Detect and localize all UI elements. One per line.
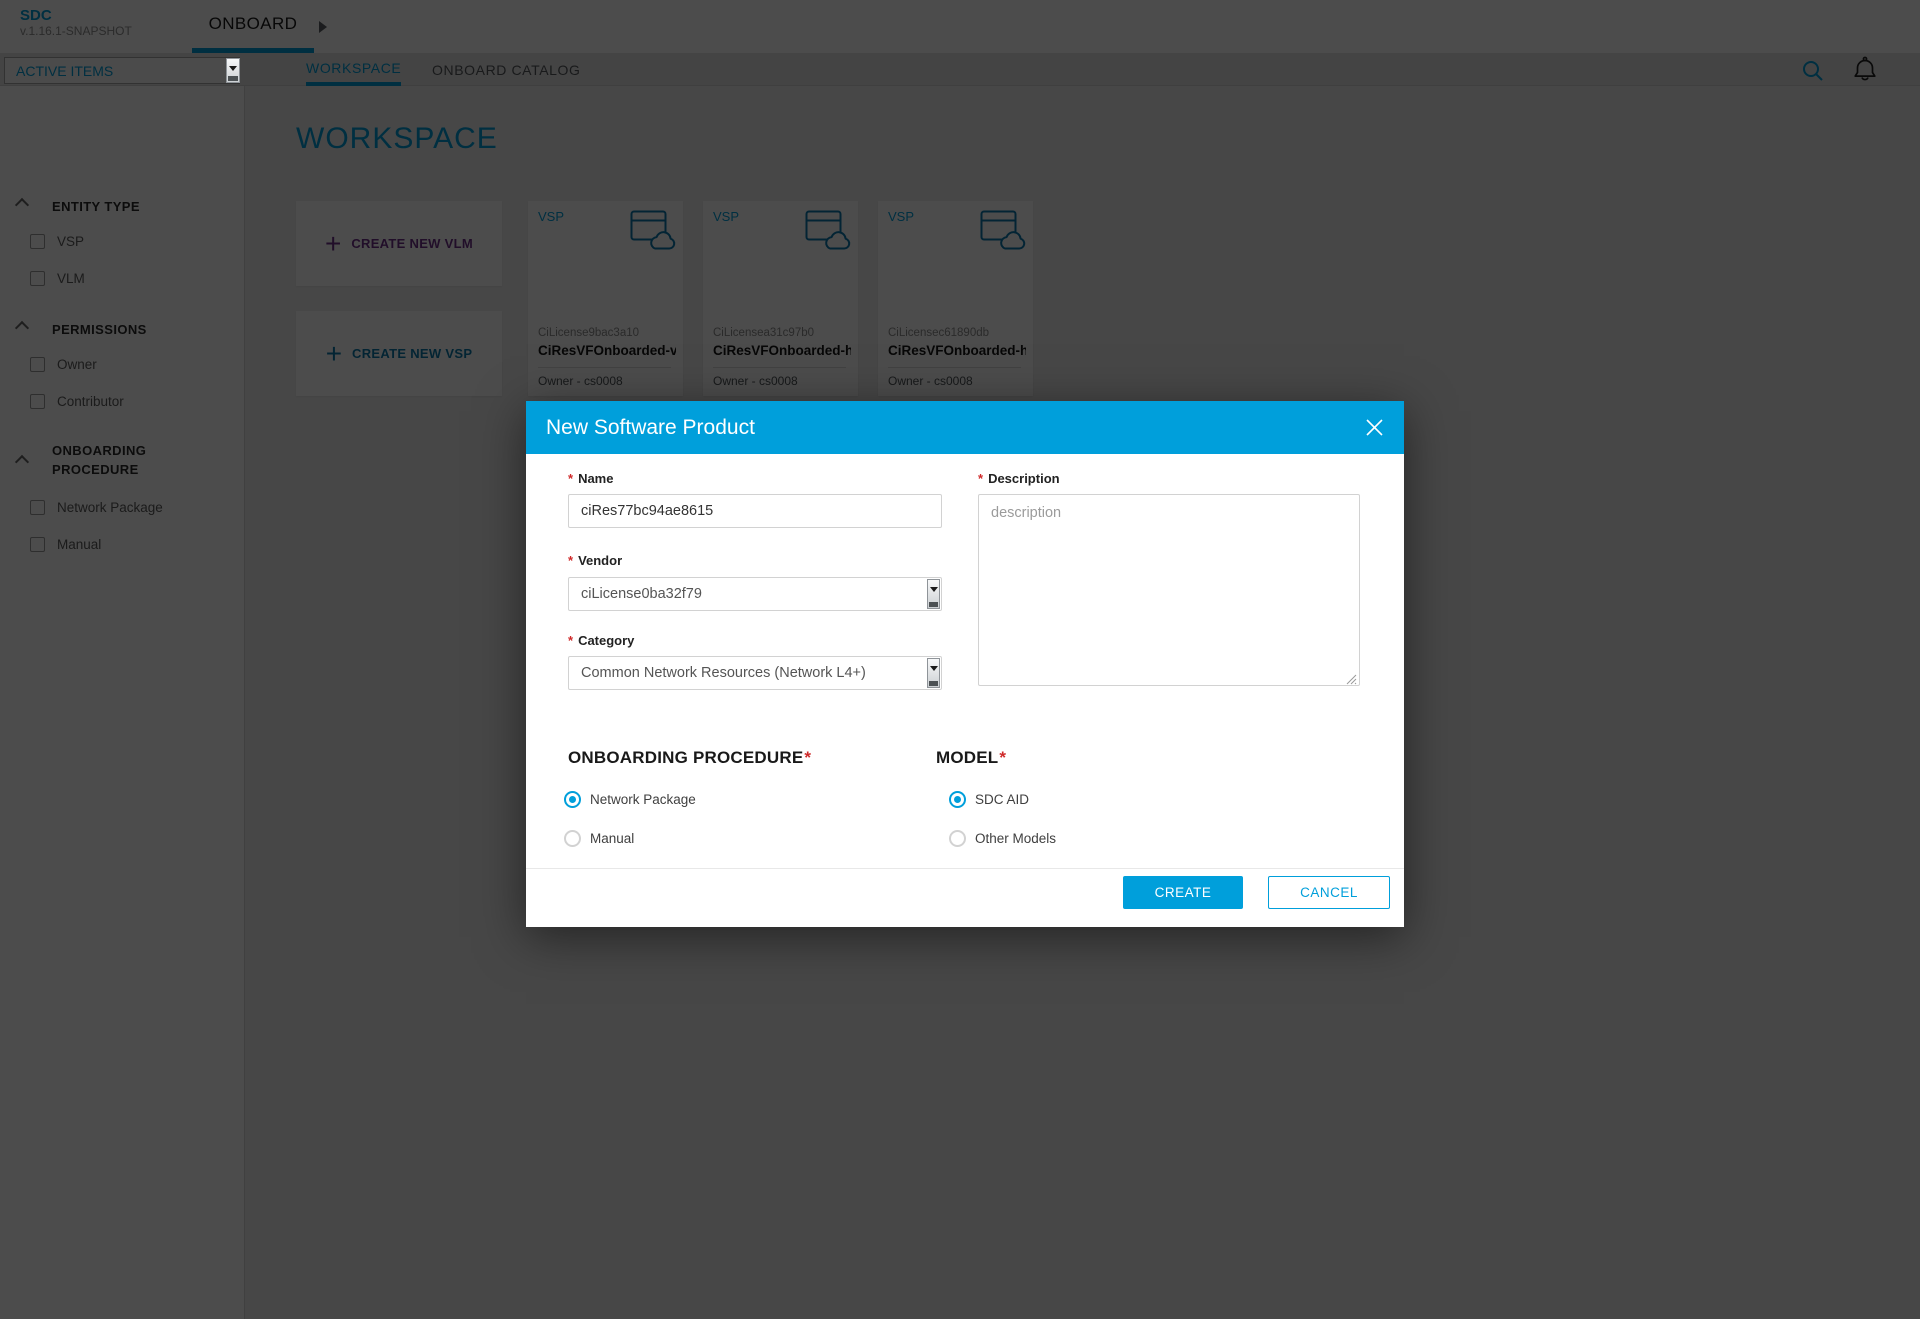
radio-sdc-aid[interactable] [949, 791, 966, 808]
name-label: *Name [568, 471, 613, 486]
vendor-label: *Vendor [568, 553, 622, 568]
close-icon[interactable] [1365, 418, 1384, 437]
vendor-select-value: ciLicense0ba32f79 [581, 586, 702, 602]
description-label: *Description [978, 471, 1060, 486]
cancel-button[interactable]: CANCEL [1268, 876, 1390, 909]
required-asterisk: * [978, 471, 983, 486]
vendor-select[interactable]: ciLicense0ba32f79 [568, 577, 942, 611]
onboarding-procedure-heading: ONBOARDING PROCEDURE* [568, 748, 811, 768]
category-label: *Category [568, 633, 634, 648]
radio-label-other-models[interactable]: Other Models [975, 831, 1056, 846]
active-items-dropdown-button[interactable] [226, 58, 240, 83]
caret-down-icon [930, 587, 938, 592]
create-button[interactable]: CREATE [1123, 876, 1243, 909]
name-input[interactable] [568, 494, 942, 528]
caret-down-icon [229, 66, 237, 71]
radio-label-sdc-aid[interactable]: SDC AID [975, 792, 1029, 807]
dropdown-grip [929, 602, 938, 607]
required-asterisk: * [999, 748, 1006, 767]
new-software-product-modal: New Software Product *Name *Vendor ciLic… [526, 401, 1404, 927]
radio-other-models[interactable] [949, 830, 966, 847]
radio-label-network-package[interactable]: Network Package [590, 792, 696, 807]
radio-manual[interactable] [564, 830, 581, 847]
category-dropdown-button[interactable] [927, 658, 940, 688]
modal-title: New Software Product [546, 416, 755, 440]
required-asterisk: * [568, 633, 573, 648]
category-select[interactable]: Common Network Resources (Network L4+) [568, 656, 942, 690]
radio-label-manual[interactable]: Manual [590, 831, 634, 846]
category-select-value: Common Network Resources (Network L4+) [581, 665, 866, 681]
modal-footer: CREATE CANCEL [526, 868, 1404, 927]
required-asterisk: * [568, 553, 573, 568]
required-asterisk: * [568, 471, 573, 486]
radio-network-package[interactable] [564, 791, 581, 808]
caret-down-icon [930, 666, 938, 671]
model-heading: MODEL* [936, 748, 1006, 768]
description-textarea[interactable] [978, 494, 1360, 686]
modal-header: New Software Product [526, 401, 1404, 454]
vendor-dropdown-button[interactable] [927, 579, 940, 609]
dropdown-grip [228, 76, 238, 81]
dropdown-grip [929, 681, 938, 686]
required-asterisk: * [804, 748, 811, 767]
